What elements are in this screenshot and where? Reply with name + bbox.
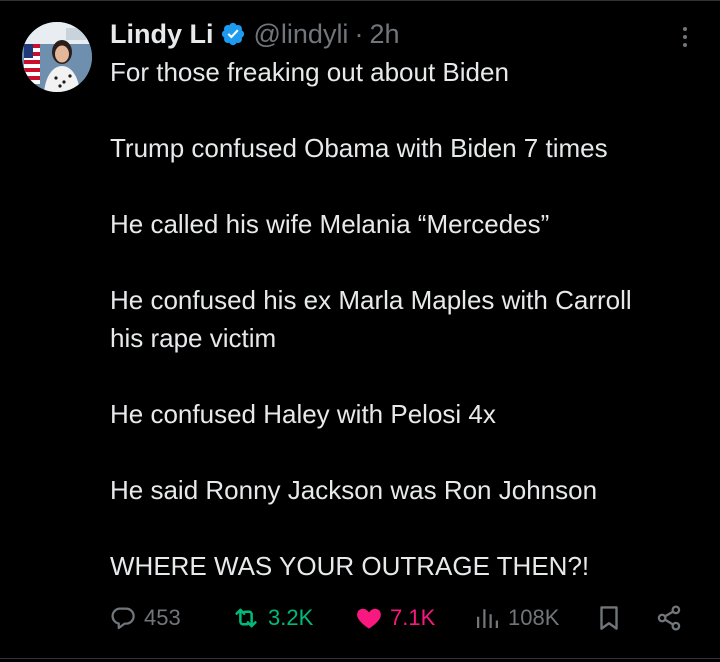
tweet-text: For those freaking out about Biden Trump… [110,53,700,585]
tweet-paragraph: He said Ronny Jackson was Ron Johnson [110,471,700,509]
bottom-divider [0,658,720,659]
views-button[interactable]: 108K [472,598,559,638]
tweet-line: Trump confused Obama with Biden 7 times [110,133,608,163]
author-avatar[interactable] [22,22,92,92]
views-chart-icon [477,609,498,628]
repost-button[interactable]: 3.2K [230,598,313,638]
author-name[interactable]: Lindy Li [110,19,214,50]
tweet-paragraph: He confused Haley with Pelosi 4x [110,395,700,433]
repost-count: 3.2K [268,605,314,630]
timestamp[interactable]: 2h [369,19,399,50]
tweet-line: He confused his ex Marla Maples with Car… [110,285,632,315]
tweet-paragraph: WHERE WAS YOUR OUTRAGE THEN?! [110,547,700,585]
tweet-paragraph: Trump confused Obama with Biden 7 times [110,129,700,167]
tweet-paragraph: For those freaking out about Biden [110,53,700,91]
tweet-line: He called his wife Melania “Mercedes” [110,209,550,239]
repost-icon [235,608,257,628]
reply-icon [111,607,135,630]
tweet-paragraph: He confused his ex Marla Maples with Car… [110,281,700,357]
author-handle[interactable]: @lindyli [254,19,349,50]
bookmark-icon [600,606,618,630]
tweet-line: For those freaking out about Biden [110,57,509,87]
tweet-line: WHERE WAS YOUR OUTRAGE THEN?! [110,551,590,581]
heart-icon [357,608,381,629]
bookmark-button[interactable] [594,598,630,638]
tweet-header: Lindy Li @lindyli · 2h [110,16,399,52]
verified-badge-icon [220,21,246,47]
like-button[interactable]: 7.1K [354,598,435,638]
reply-count: 453 [144,605,181,630]
reply-button[interactable]: 453 [108,598,181,638]
separator-dot: · [354,18,364,49]
top-divider [0,0,720,1]
tweet-line: He confused Haley with Pelosi 4x [110,399,496,429]
tweet-line: He said Ronny Jackson was Ron Johnson [110,475,598,505]
share-icon [657,605,681,631]
tweet-actions: 453 3.2K 7.1K 108K [108,598,688,638]
like-count: 7.1K [390,605,436,630]
view-count: 108K [508,605,560,630]
more-options-icon[interactable] [676,22,694,52]
tweet-line: his rape victim [110,323,277,353]
share-button[interactable] [654,598,690,638]
tweet-paragraph: He called his wife Melania “Mercedes” [110,205,700,243]
